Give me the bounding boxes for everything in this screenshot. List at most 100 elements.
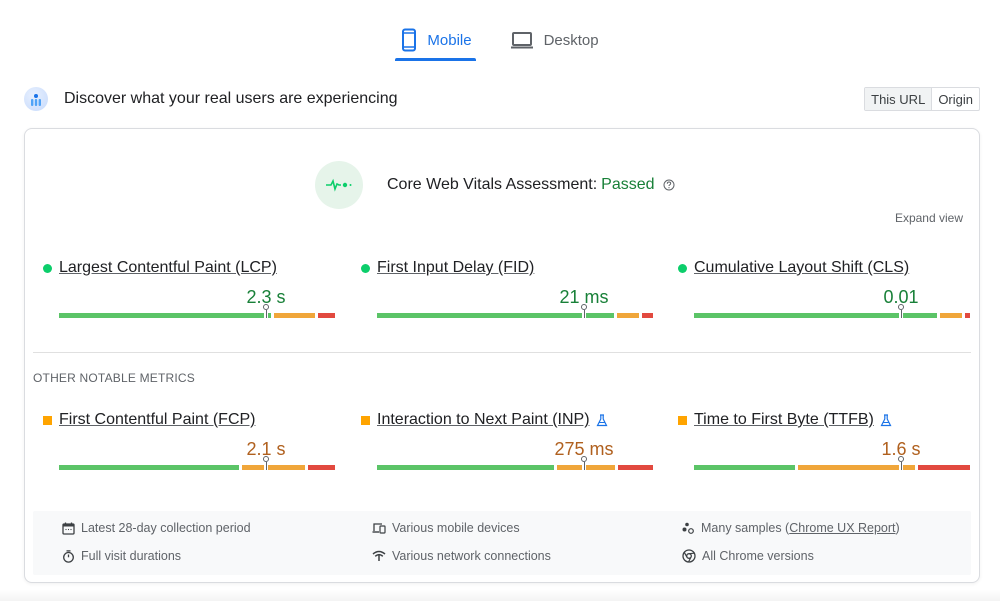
distribution-segment-good xyxy=(377,465,555,470)
metric-lcp-distribution xyxy=(59,304,335,318)
experimental-flask-icon xyxy=(880,413,892,427)
metric-lcp-link[interactable]: Largest Contentful Paint (LCP) xyxy=(59,259,277,277)
scope-origin-button[interactable]: Origin xyxy=(932,88,979,110)
tab-desktop[interactable]: Desktop xyxy=(508,20,601,60)
metric-ttfb-value: 1.6 s xyxy=(678,439,954,461)
distribution-segment-poor xyxy=(307,465,335,470)
footer-visit-durations: Full visit durations xyxy=(62,549,181,563)
field-data-title: Discover what your real users are experi… xyxy=(64,90,398,107)
distribution-segment-good xyxy=(377,313,582,318)
distribution-segment-poor xyxy=(642,313,653,318)
good-indicator-icon xyxy=(361,263,370,273)
section-divider xyxy=(33,352,971,353)
metric-inp: Interaction to Next Paint (INP) 275 ms xyxy=(361,411,653,470)
footer-collection-period: Latest 28-day collection period xyxy=(62,521,251,535)
other-metrics-heading: OTHER NOTABLE METRICS xyxy=(33,371,195,385)
metric-cls-value: 0.01 xyxy=(678,287,954,309)
distribution-segment-poor xyxy=(964,313,970,318)
distribution-segment-average xyxy=(557,465,582,470)
timer-icon xyxy=(63,549,74,563)
footer-text: Many samples (Chrome UX Report) xyxy=(701,521,900,535)
distribution-segment-good xyxy=(903,313,937,318)
distribution-segment-good xyxy=(694,313,899,318)
metric-fcp-value: 2.1 s xyxy=(43,439,319,461)
footer-samples: Many samples (Chrome UX Report) xyxy=(682,521,900,535)
distribution-segment-good xyxy=(59,313,264,318)
footer-text-suffix: ) xyxy=(895,521,900,535)
metric-inp-link[interactable]: Interaction to Next Paint (INP) xyxy=(377,411,590,429)
footer-text: Various network connections xyxy=(392,549,551,563)
assessment-status: Passed xyxy=(601,176,655,193)
metric-cls: Cumulative Layout Shift (CLS) 0.01 xyxy=(678,259,970,318)
metric-fid-distribution xyxy=(377,304,653,318)
footer-devices: Various mobile devices xyxy=(372,521,520,535)
footer-text: All Chrome versions xyxy=(702,549,814,563)
form-factor-tabs: Mobile Desktop xyxy=(0,20,1000,61)
laptop-icon xyxy=(510,32,533,49)
p75-marker xyxy=(263,456,269,470)
distribution-segment-average xyxy=(274,313,316,318)
scope-this-url-button[interactable]: This URL xyxy=(865,88,933,110)
distribution-segment-good xyxy=(586,313,615,318)
distribution-segment-poor xyxy=(918,465,970,470)
expand-view-link[interactable]: Expand view xyxy=(895,211,963,225)
data-source-footer: Latest 28-day collection period Full vis… xyxy=(33,511,971,575)
metric-fcp-distribution xyxy=(59,456,335,470)
metric-fcp: First Contentful Paint (FCP) 2.1 s xyxy=(43,411,335,470)
distribution-segment-poor xyxy=(318,313,335,318)
p75-marker xyxy=(581,456,587,470)
footer-chrome-versions: All Chrome versions xyxy=(682,549,814,563)
field-data-card: Core Web Vitals Assessment: Passed Expand… xyxy=(24,128,980,583)
network-icon xyxy=(372,550,386,561)
scope-toggle: This URL Origin xyxy=(864,87,980,111)
p75-marker xyxy=(898,456,904,470)
distribution-segment-average xyxy=(797,465,899,470)
metric-fid-value: 21 ms xyxy=(361,287,637,309)
distribution-segment-average xyxy=(939,313,962,318)
average-indicator-icon xyxy=(43,415,52,425)
distribution-segment-good xyxy=(694,465,795,470)
chrome-ux-report-link[interactable]: Chrome UX Report xyxy=(789,521,895,535)
distribution-segment-average xyxy=(242,465,264,470)
tab-desktop-label: Desktop xyxy=(543,31,599,49)
footer-network: Various network connections xyxy=(372,549,551,563)
p75-marker xyxy=(263,304,269,318)
cwv-assessment: Core Web Vitals Assessment: Passed xyxy=(315,161,675,209)
field-data-header: Discover what your real users are experi… xyxy=(24,84,980,114)
metric-fid-link[interactable]: First Input Delay (FID) xyxy=(377,259,534,277)
vitals-pulse-icon xyxy=(315,161,363,209)
assessment-text: Core Web Vitals Assessment: Passed xyxy=(387,176,655,194)
calendar-icon xyxy=(62,522,75,535)
assessment-label: Core Web Vitals Assessment: xyxy=(387,176,598,193)
experimental-flask-icon xyxy=(596,413,608,427)
metric-fid: First Input Delay (FID) 21 ms xyxy=(361,259,653,318)
smartphone-icon xyxy=(402,28,417,52)
footer-text-prefix: Many samples ( xyxy=(701,521,790,535)
footer-text: Full visit durations xyxy=(81,549,182,563)
p75-marker xyxy=(581,304,587,318)
distribution-segment-good xyxy=(59,465,239,470)
average-indicator-icon xyxy=(361,415,370,425)
metric-fcp-link[interactable]: First Contentful Paint (FCP) xyxy=(59,411,256,429)
footer-text: Various mobile devices xyxy=(392,521,520,535)
average-indicator-icon xyxy=(678,415,687,425)
metric-inp-value: 275 ms xyxy=(361,439,637,461)
devices-icon xyxy=(372,523,386,534)
p75-marker xyxy=(898,304,904,318)
distribution-segment-average xyxy=(268,465,305,470)
footer-text: Latest 28-day collection period xyxy=(81,521,251,535)
page-bottom-shadow xyxy=(0,590,1000,601)
metric-cls-link[interactable]: Cumulative Layout Shift (CLS) xyxy=(694,259,909,277)
good-indicator-icon xyxy=(43,263,52,273)
metric-lcp-value: 2.3 s xyxy=(43,287,319,309)
metric-ttfb-link[interactable]: Time to First Byte (TTFB) xyxy=(694,411,874,429)
distribution-segment-average xyxy=(586,465,615,470)
tab-mobile-label: Mobile xyxy=(427,31,472,49)
metric-ttfb-distribution xyxy=(694,456,970,470)
help-icon[interactable] xyxy=(663,179,675,191)
distribution-segment-poor xyxy=(617,465,653,470)
tab-mobile[interactable]: Mobile xyxy=(395,20,476,61)
metric-ttfb: Time to First Byte (TTFB) 1.6 s xyxy=(678,411,970,470)
chrome-icon xyxy=(682,549,696,563)
metric-inp-distribution xyxy=(377,456,653,470)
